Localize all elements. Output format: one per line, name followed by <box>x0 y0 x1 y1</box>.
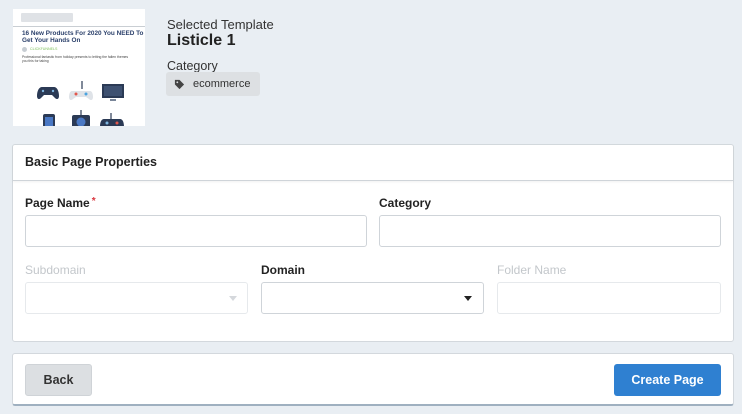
gamepad-icon <box>37 87 59 100</box>
page-name-label-text: Page Name <box>25 196 90 210</box>
preview-divider <box>13 26 145 27</box>
preview-author-avatar <box>22 47 27 52</box>
preview-byline: CLICKFUNNELS <box>22 47 62 52</box>
category-tag: ecommerce <box>166 72 260 96</box>
folder-name-label: Folder Name <box>497 263 567 277</box>
category-field-label: Category <box>379 196 432 210</box>
monitor-icon <box>102 84 124 101</box>
page-properties-card: Basic Page Properties Page Name * Categor… <box>12 144 734 342</box>
folder-name-input <box>497 282 721 314</box>
subdomain-label: Subdomain <box>25 263 86 277</box>
camera-icon <box>72 110 90 126</box>
preview-description: Professional fantastic from holiday pres… <box>22 55 129 64</box>
domain-label: Domain <box>261 263 306 277</box>
controller-icon <box>69 81 93 101</box>
subdomain-chevron-down-icon <box>229 296 237 301</box>
page-name-input[interactable] <box>25 215 367 247</box>
required-marker: * <box>91 196 96 207</box>
footer-actions: Back Create Page <box>12 353 734 406</box>
template-preview: 16 New Products For 2020 You NEED To Get… <box>13 9 145 126</box>
domain-select[interactable] <box>261 282 484 314</box>
category-tag-label: ecommerce <box>193 78 251 90</box>
joystick-icon <box>100 113 124 126</box>
template-category-label: Category <box>167 59 218 73</box>
create-page-button[interactable]: Create Page <box>614 364 721 396</box>
selected-template-name: Listicle 1 <box>167 32 236 49</box>
tag-icon <box>174 79 185 89</box>
preview-author-name: CLICKFUNNELS <box>30 47 58 51</box>
subdomain-select <box>25 282 248 314</box>
page-properties-title: Basic Page Properties <box>13 145 733 181</box>
domain-chevron-down-icon <box>464 296 472 301</box>
page-name-label: Page Name * <box>25 196 96 210</box>
selected-template-label: Selected Template <box>167 17 274 32</box>
category-input[interactable] <box>379 215 721 247</box>
preview-topbar <box>21 13 73 22</box>
preview-headline: 16 New Products For 2020 You NEED To Get… <box>22 30 144 45</box>
back-button[interactable]: Back <box>25 364 92 396</box>
phone-icon <box>43 114 55 126</box>
